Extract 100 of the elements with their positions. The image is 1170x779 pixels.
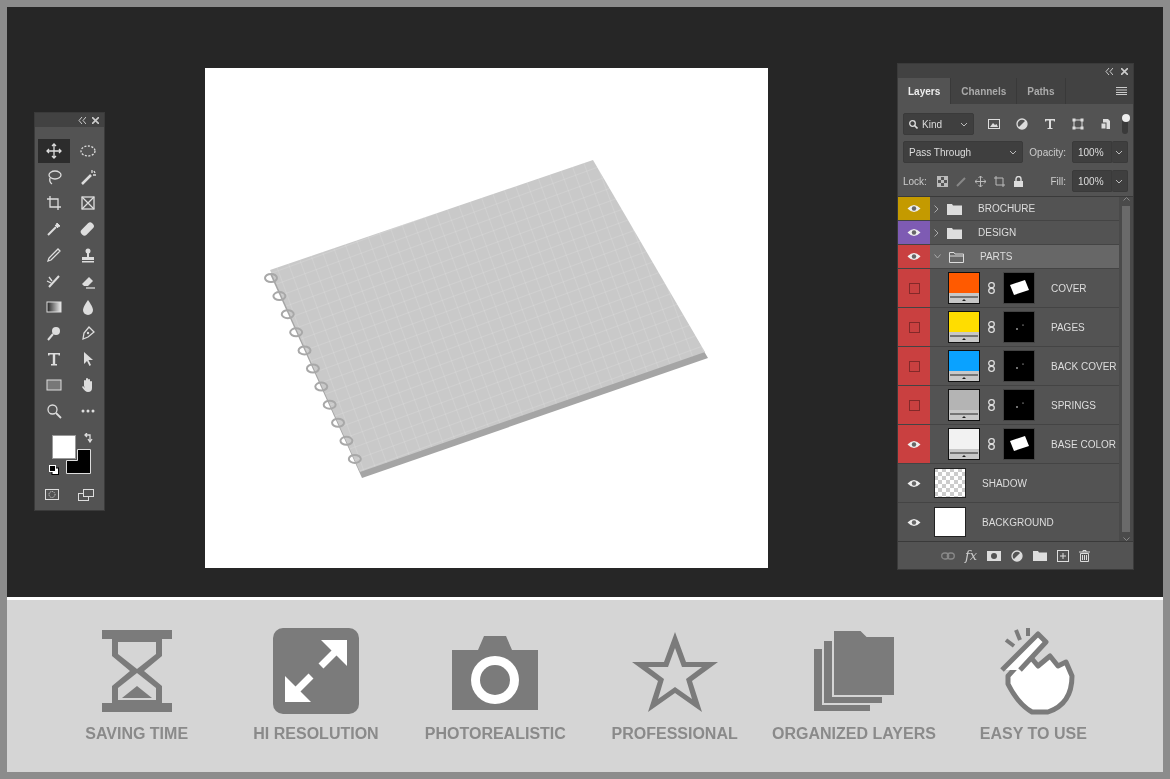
screen-mode-icon	[78, 489, 95, 501]
layer-row[interactable]: BACK COVER	[898, 347, 1119, 386]
folder-icon	[1033, 549, 1048, 562]
checkerboard-thumbnail	[934, 468, 966, 498]
move-lock-button[interactable]	[974, 175, 986, 187]
visibility-toggle[interactable]	[907, 478, 921, 488]
trash-button[interactable]	[1079, 549, 1091, 562]
layer-name: BASE COLOR	[1051, 437, 1117, 452]
chain-link-icon	[988, 321, 995, 333]
layer-row[interactable]: COVER	[898, 269, 1119, 308]
eyedropper-icon	[46, 221, 62, 237]
background-swatch[interactable]	[66, 449, 91, 474]
expand-arrows-icon	[271, 626, 361, 716]
eye-icon	[907, 517, 921, 527]
feature-label: HI RESOLUTION	[253, 724, 379, 744]
layer-name: PAGES	[1051, 320, 1085, 335]
opacity-field[interactable]: 100%	[1072, 141, 1112, 163]
layer-name: SHADOW	[982, 476, 1027, 491]
transparency-lock-button[interactable]	[936, 175, 948, 187]
visibility-toggle[interactable]	[907, 252, 921, 261]
lock-button[interactable]	[1012, 175, 1024, 187]
artboard-lock-button[interactable]	[993, 175, 1005, 187]
chain-link-icon	[988, 282, 995, 294]
brush-lock-icon	[955, 175, 967, 187]
feature-label: ORGANIZED LAYERS	[772, 724, 936, 744]
image-filter-icon	[987, 118, 1000, 130]
fill-thumbnail	[948, 350, 980, 382]
menu-icon	[1116, 87, 1127, 95]
visibility-toggle[interactable]	[907, 517, 921, 527]
visibility-checkbox[interactable]	[908, 321, 920, 333]
layer-row[interactable]: PARTS	[898, 245, 1119, 269]
layer-name: DESIGN	[978, 226, 1017, 240]
opacity-label: Opacity:	[1029, 145, 1066, 160]
shape-filter-button[interactable]	[1071, 118, 1084, 130]
blend-mode-dropdown[interactable]: Pass Through	[903, 141, 1024, 163]
visibility-toggle[interactable]	[907, 228, 921, 237]
adjustment-button[interactable]	[1011, 549, 1024, 562]
lock-icon	[1012, 175, 1024, 187]
chain-link-icon	[988, 399, 995, 411]
filter-toggle[interactable]	[1121, 114, 1128, 134]
fx-button[interactable]: fx	[964, 545, 978, 566]
move-tool[interactable]	[38, 139, 70, 163]
layer-name: BACK COVER	[1051, 359, 1117, 374]
adjustment-filter-button[interactable]	[1015, 118, 1028, 130]
fill-label: Fill:	[1050, 174, 1066, 189]
move-lock-icon	[974, 175, 986, 187]
chevron-down-icon	[1009, 149, 1018, 155]
layer-row[interactable]: PAGES	[898, 308, 1119, 347]
adjustment-filter-icon	[1015, 118, 1028, 130]
link-icon	[940, 549, 955, 562]
smart-object-filter-button[interactable]	[1099, 118, 1112, 130]
visibility-checkbox[interactable]	[908, 399, 920, 411]
layer-name: SPRINGS	[1051, 398, 1096, 413]
lock-label: Lock:	[903, 174, 927, 189]
eye-icon	[907, 439, 921, 449]
brush-icon	[46, 273, 62, 289]
panel-tab[interactable]: Layers	[898, 78, 952, 104]
eye-icon	[907, 252, 921, 261]
chevron-down-icon	[1115, 178, 1123, 184]
folder-button[interactable]	[1033, 549, 1048, 562]
visibility-checkbox[interactable]	[908, 282, 920, 294]
eye-icon	[907, 478, 921, 488]
layer-row[interactable]: BACKGROUND	[898, 503, 1119, 541]
layer-row[interactable]: BASE COLOR	[898, 425, 1119, 464]
chevron-right-icon[interactable]	[934, 228, 939, 237]
chevron-right-icon[interactable]	[934, 204, 939, 213]
fill-field[interactable]: 100%	[1072, 170, 1112, 192]
type-filter-icon	[1043, 118, 1056, 130]
visibility-toggle[interactable]	[907, 439, 921, 449]
frame-icon	[80, 195, 96, 211]
scrollbar[interactable]	[1119, 197, 1133, 541]
visibility-toggle[interactable]	[907, 204, 921, 213]
foreground-swatch[interactable]	[52, 435, 76, 459]
mask-icon	[987, 549, 1002, 562]
chevron-down-icon	[1115, 149, 1123, 155]
smart-object-filter-icon	[1099, 118, 1112, 130]
layer-row[interactable]: SPRINGS	[898, 386, 1119, 425]
folder-icon	[949, 250, 964, 263]
mask-button[interactable]	[987, 549, 1002, 562]
layer-name: BROCHURE	[978, 202, 1036, 216]
feature-label: SAVING TIME	[85, 724, 189, 744]
fill-thumbnail	[948, 311, 980, 343]
filter-dropdown[interactable]: Kind	[903, 113, 974, 135]
search-icon	[909, 119, 918, 129]
search-icon	[46, 403, 62, 419]
feature-label: EASY TO USE	[979, 724, 1087, 744]
type-icon	[46, 351, 62, 367]
layer-row[interactable]: SHADOW	[898, 464, 1119, 503]
layer-row[interactable]: BROCHURE	[898, 197, 1119, 221]
image-filter-button[interactable]	[987, 118, 1000, 130]
new-layer-icon	[1057, 549, 1070, 562]
new-layer-button[interactable]	[1057, 549, 1070, 562]
crop-icon	[46, 195, 62, 211]
fill-thumbnail	[948, 428, 980, 460]
pen-icon	[80, 325, 96, 341]
close-icon	[92, 116, 99, 124]
visibility-checkbox[interactable]	[908, 360, 920, 372]
wand-icon	[80, 169, 96, 185]
type-filter-button[interactable]	[1043, 118, 1056, 130]
bandage-icon	[80, 221, 96, 237]
